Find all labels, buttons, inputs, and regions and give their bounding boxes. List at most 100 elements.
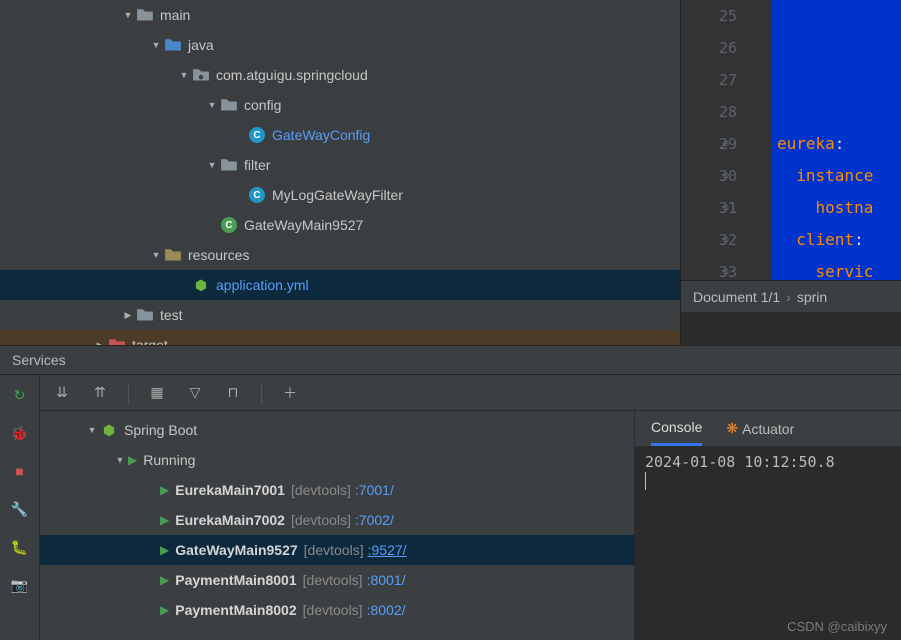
fold-expand-icon[interactable]: ⊕ xyxy=(722,128,729,160)
yaml-key: client xyxy=(796,230,854,249)
project-tree[interactable]: main java com.atguigu.springcloud config xyxy=(0,0,680,345)
tree-label: java xyxy=(188,37,214,53)
editor-code[interactable]: eureka: instance hostna client: servic xyxy=(771,0,901,280)
run-config-item[interactable]: ▶ EurekaMain7002 [devtools] :7002/ xyxy=(40,505,634,535)
services-run-tree[interactable]: ⬢ Spring Boot ▶ Running ▶ EurekaMain7001… xyxy=(40,411,635,640)
play-icon: ▶ xyxy=(160,513,169,527)
tree-node-gatewaymain[interactable]: C GateWayMain9527 xyxy=(0,210,680,240)
tree-label: Spring Boot xyxy=(124,422,197,438)
yaml-key: eureka xyxy=(777,134,835,153)
tree-label: GateWayMain9527 xyxy=(244,217,363,233)
yaml-key: servic xyxy=(816,262,874,280)
editor-gutter: 25 26 27 28 29⊕ 30⊖ 31⊖ 32⊖ 33⊖ xyxy=(681,0,771,280)
bug-run-icon[interactable]: 🐞 xyxy=(8,421,32,445)
tree-label: test xyxy=(160,307,183,323)
tab-actuator[interactable]: ❋Actuator xyxy=(726,411,794,446)
watermark: CSDN @caibixyy xyxy=(787,619,887,634)
run-config-item[interactable]: ▶ PaymentMain8001 [devtools] :8001/ xyxy=(40,565,634,595)
tree-node-config[interactable]: config xyxy=(0,90,680,120)
fold-collapse-icon[interactable]: ⊖ xyxy=(722,192,729,224)
tree-label: resources xyxy=(188,247,249,263)
tree-label: config xyxy=(244,97,281,113)
class-icon: C xyxy=(248,126,266,144)
run-config-item[interactable]: ▶ PaymentMain8002 [devtools] :8002/ xyxy=(40,595,634,625)
tree-node-filter[interactable]: filter xyxy=(0,150,680,180)
play-icon: ▶ xyxy=(160,483,169,497)
camera-icon[interactable]: 📷 xyxy=(8,573,32,597)
package-icon xyxy=(192,66,210,84)
editor[interactable]: 25 26 27 28 29⊕ 30⊖ 31⊖ 32⊖ 33⊖ eureka: … xyxy=(680,0,901,345)
fold-collapse-icon[interactable]: ⊖ xyxy=(722,224,729,256)
play-icon: ▶ xyxy=(160,573,169,587)
rerun-icon[interactable]: ↻ xyxy=(8,383,32,407)
tree-node-resources[interactable]: resources xyxy=(0,240,680,270)
port-link[interactable]: :9527/ xyxy=(368,542,407,558)
chevron-down-icon[interactable] xyxy=(120,9,136,21)
tree-label: GateWayConfig xyxy=(272,127,370,143)
fold-collapse-icon[interactable]: ⊖ xyxy=(722,256,729,288)
grid-icon[interactable]: ▦ xyxy=(147,383,167,403)
chevron-down-icon[interactable] xyxy=(204,99,220,111)
tree-node-mylogfilter[interactable]: C MyLogGateWayFilter xyxy=(0,180,680,210)
services-tool-window-header[interactable]: Services xyxy=(0,345,901,375)
port-link[interactable]: :8002/ xyxy=(367,602,406,618)
services-root[interactable]: ⬢ Spring Boot xyxy=(40,415,634,445)
expand-all-icon[interactable]: ⇊ xyxy=(52,383,72,403)
group-icon[interactable]: ⊓ xyxy=(223,383,243,403)
spring-config-icon: ⬢ xyxy=(192,276,210,294)
folder-icon xyxy=(136,6,154,24)
wrench-icon[interactable]: 🔧 xyxy=(8,497,32,521)
chevron-down-icon[interactable] xyxy=(112,454,128,466)
spring-class-icon: C xyxy=(220,216,238,234)
tree-label: com.atguigu.springcloud xyxy=(216,67,368,83)
chevron-right-icon: › xyxy=(786,289,791,305)
filter-icon[interactable]: ▽ xyxy=(185,383,205,403)
tree-label: target xyxy=(132,337,168,345)
run-config-item[interactable]: ▶ GateWayMain9527 [devtools] :9527/ xyxy=(40,535,634,565)
excluded-folder-icon xyxy=(108,336,126,345)
add-icon[interactable]: ＋ xyxy=(280,383,300,403)
collapse-all-icon[interactable]: ⇈ xyxy=(90,383,110,403)
tree-node-package[interactable]: com.atguigu.springcloud xyxy=(0,60,680,90)
tree-label: main xyxy=(160,7,190,23)
play-icon: ▶ xyxy=(160,543,169,557)
fold-collapse-icon[interactable]: ⊖ xyxy=(722,160,729,192)
tree-label: filter xyxy=(244,157,270,173)
yaml-key: hostna xyxy=(816,198,874,217)
run-config-item[interactable]: ▶ EurekaMain7001 [devtools] :7001/ xyxy=(40,475,634,505)
resources-folder-icon xyxy=(164,246,182,264)
chevron-down-icon[interactable] xyxy=(148,249,164,261)
chevron-right-icon[interactable] xyxy=(120,309,136,321)
tree-label: MyLogGateWayFilter xyxy=(272,187,403,203)
class-icon: C xyxy=(248,186,266,204)
chevron-down-icon[interactable] xyxy=(148,39,164,51)
tree-node-test[interactable]: test xyxy=(0,300,680,330)
tree-node-java[interactable]: java xyxy=(0,30,680,60)
services-toolbar: ⇊ ⇈ ▦ ▽ ⊓ ＋ xyxy=(40,375,901,411)
tree-node-application-yml[interactable]: ⬢ application.yml xyxy=(0,270,680,300)
play-icon: ▶ xyxy=(160,603,169,617)
console-pane: Console ❋Actuator 2024-01-08 10:12:50.8 xyxy=(635,411,901,640)
folder-icon xyxy=(164,36,182,54)
package-icon xyxy=(220,96,238,114)
breadcrumb-doc: Document 1/1 xyxy=(693,289,780,305)
play-icon: ▶ xyxy=(128,453,137,467)
port-link[interactable]: :8001/ xyxy=(367,572,406,588)
chevron-down-icon[interactable] xyxy=(204,159,220,171)
chevron-down-icon[interactable] xyxy=(84,424,100,436)
tree-node-main[interactable]: main xyxy=(0,0,680,30)
folder-icon xyxy=(136,306,154,324)
port-link[interactable]: :7001/ xyxy=(355,482,394,498)
tree-node-gatewayconfig[interactable]: C GateWayConfig xyxy=(0,120,680,150)
tab-console[interactable]: Console xyxy=(651,411,702,446)
port-link[interactable]: :7002/ xyxy=(355,512,394,528)
panel-title: Services xyxy=(12,352,66,368)
bug-icon[interactable]: 🐛 xyxy=(8,535,32,559)
stop-icon[interactable]: ■ xyxy=(8,459,32,483)
tree-node-target[interactable]: target xyxy=(0,330,680,345)
console-output[interactable]: 2024-01-08 10:12:50.8 xyxy=(635,447,901,640)
breadcrumb-path: sprin xyxy=(797,289,827,305)
text-caret xyxy=(645,472,646,490)
services-group-running[interactable]: ▶ Running xyxy=(40,445,634,475)
chevron-down-icon[interactable] xyxy=(176,69,192,81)
